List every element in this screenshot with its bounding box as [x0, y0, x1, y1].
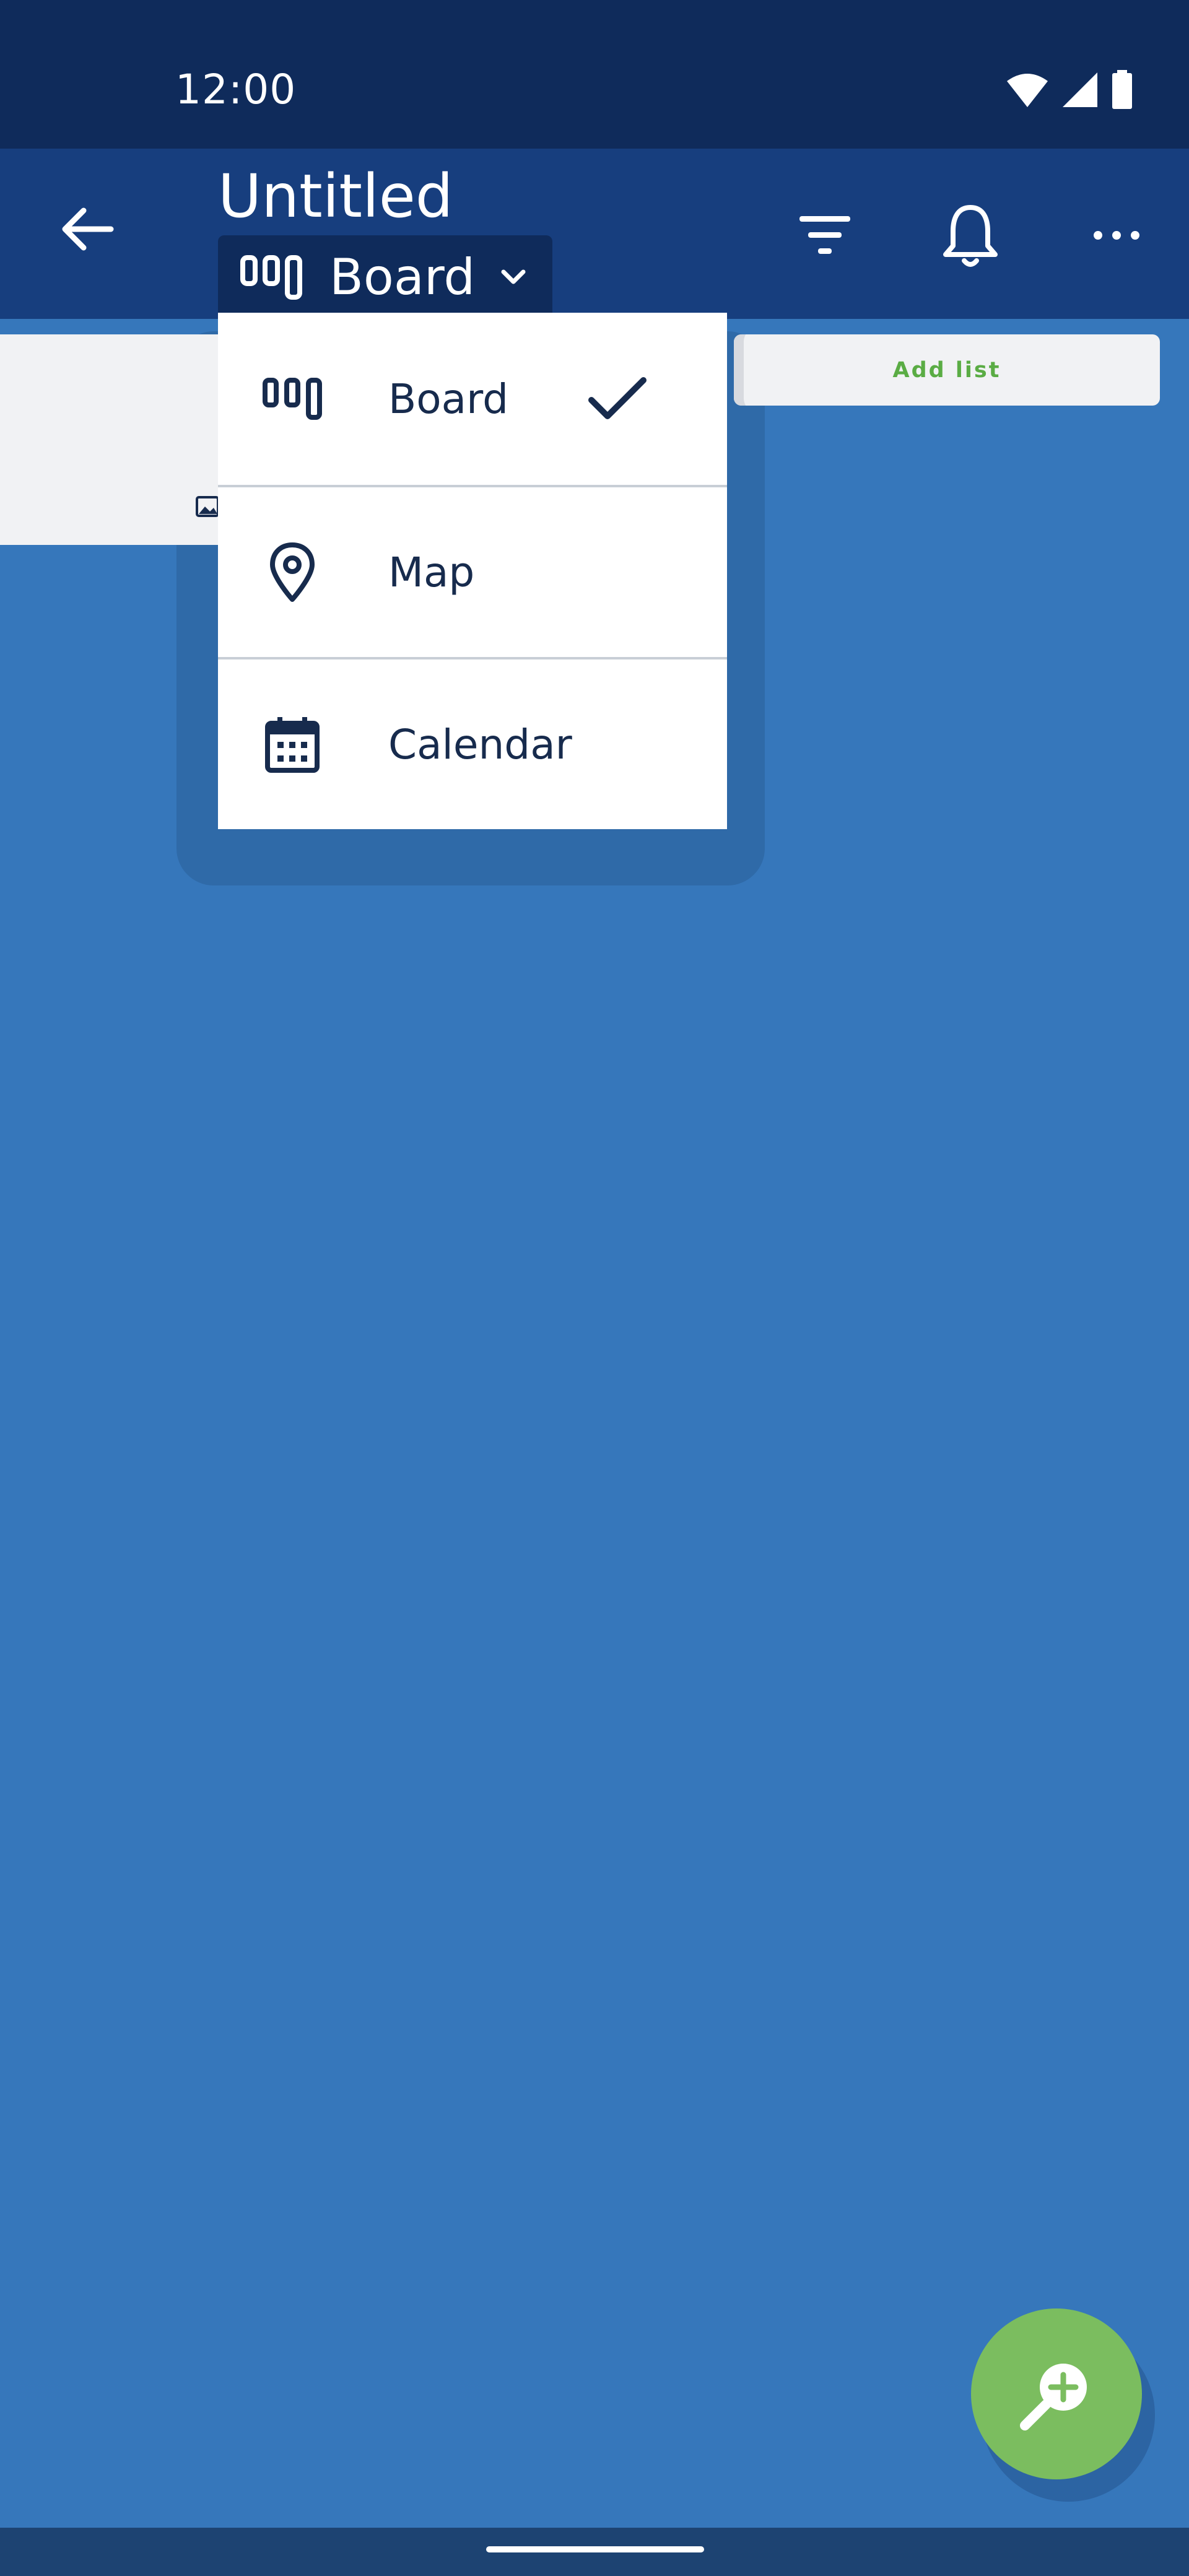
chevron-down-icon: [501, 269, 526, 284]
filter-icon: [799, 216, 850, 254]
zoom-in-button[interactable]: [971, 2308, 1142, 2479]
app-bar: Untitled Board: [0, 149, 1189, 319]
back-arrow-icon: [62, 207, 114, 251]
check-icon: [588, 377, 647, 419]
map-pin-icon: [270, 542, 315, 602]
wifi-icon: [1007, 74, 1048, 107]
board-icon: [240, 255, 302, 300]
back-button[interactable]: [56, 198, 118, 260]
menu-item-calendar[interactable]: Calendar: [218, 657, 727, 829]
filter-button[interactable]: [788, 198, 862, 272]
menu-item-label: Map: [388, 548, 475, 596]
add-list-button[interactable]: Add list: [734, 334, 1160, 406]
image-icon: [196, 496, 219, 517]
board-title: Untitled: [218, 162, 453, 231]
navigation-bar: [0, 2528, 1189, 2576]
board-icon: [263, 378, 322, 420]
menu-item-label: Board: [388, 375, 508, 423]
current-view-label: Board: [329, 248, 476, 306]
calendar-icon: [265, 717, 320, 773]
bell-icon: [943, 205, 998, 267]
home-gesture-handle[interactable]: [486, 2546, 704, 2552]
add-list-label: Add list: [892, 357, 1001, 383]
status-icons: [1006, 68, 1133, 111]
more-icon: [1094, 231, 1139, 240]
cellular-signal-icon: [1063, 72, 1097, 107]
battery-icon: [1112, 70, 1132, 109]
status-bar: 12:00: [0, 0, 1189, 149]
status-time: 12:00: [175, 66, 297, 113]
zoom-in-icon: [1020, 2364, 1087, 2430]
view-switcher-button[interactable]: Board: [218, 235, 552, 319]
more-options-button[interactable]: [1079, 198, 1154, 272]
menu-item-label: Calendar: [388, 720, 572, 768]
menu-item-board[interactable]: Board: [218, 313, 727, 485]
view-menu: Board Map Calendar: [218, 313, 727, 829]
notifications-button[interactable]: [933, 198, 1008, 272]
menu-item-map[interactable]: Map: [218, 485, 727, 657]
